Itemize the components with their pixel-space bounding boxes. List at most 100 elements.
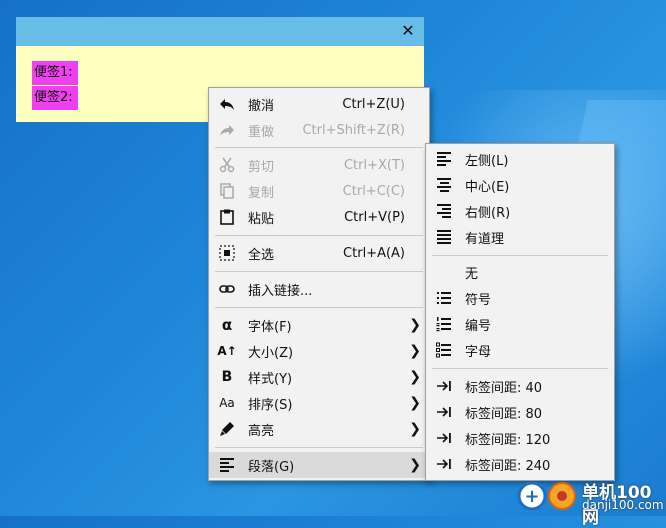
align-right-icon [436, 203, 452, 219]
submenu-label: 右侧(R) [465, 205, 511, 221]
menu-item-copy[interactable]: 复制 Ctrl+C(C) [209, 178, 429, 204]
numbered-list-icon [436, 316, 452, 332]
menu-separator [215, 235, 423, 236]
submenu-label: 中心(E) [465, 179, 510, 195]
menu-item-paste[interactable]: 粘贴 Ctrl+V(P) [209, 204, 429, 230]
submenu-label: 有道理 [465, 231, 505, 247]
tab-stop-icon [436, 430, 452, 446]
menu-item-paragraph[interactable]: 段落(G) ❯ [209, 452, 429, 478]
menu-separator [215, 447, 423, 448]
submenu-label: 无 [465, 266, 479, 282]
menu-label: 字体(F) [248, 319, 292, 335]
context-menu: 撤消 Ctrl+Z(U) 重做 Ctrl+Shift+Z(R) 剪切 Ctrl+… [208, 87, 430, 481]
font-size-icon: A↑ [217, 344, 237, 358]
letter-list-icon [436, 342, 452, 358]
submenu-separator [432, 255, 608, 256]
undo-icon [219, 96, 235, 112]
paragraph-icon [219, 457, 235, 473]
submenu-item-tab-120[interactable]: 标签间距: 120 [426, 425, 614, 451]
tab-stop-icon [436, 456, 452, 472]
menu-label: 复制 [248, 185, 275, 201]
menu-shortcut: Ctrl+Shift+Z(R) [302, 122, 405, 138]
menu-shortcut: Ctrl+V(P) [344, 209, 405, 225]
menu-label: 大小(Z) [248, 345, 294, 361]
menu-separator [215, 271, 423, 272]
menu-item-size[interactable]: A↑ 大小(Z) ❯ [209, 338, 429, 364]
note-line-2: 便签2: [32, 86, 78, 110]
align-center-icon [436, 177, 452, 193]
menu-separator [215, 307, 423, 308]
submenu-label: 标签间距: 80 [465, 406, 543, 422]
submenu-item-align-left[interactable]: 左侧(L) [426, 146, 614, 172]
svg-text:+: + [524, 486, 539, 507]
tab-stop-icon [436, 378, 452, 394]
note-title-bar[interactable]: ✕ [16, 17, 424, 46]
menu-item-style[interactable]: B 样式(Y) ❯ [209, 364, 429, 390]
menu-label: 剪切 [248, 159, 275, 175]
menu-label: 全选 [248, 247, 275, 263]
clipboard-icon [219, 209, 235, 225]
chevron-right-icon: ❯ [409, 343, 421, 359]
submenu-item-tab-240[interactable]: 标签间距: 240 [426, 451, 614, 477]
menu-label: 撤消 [248, 98, 275, 114]
submenu-item-tab-40[interactable]: 标签间距: 40 [426, 373, 614, 399]
alpha-icon: α [221, 316, 233, 334]
menu-separator [215, 147, 423, 148]
highlighter-icon [219, 421, 235, 437]
menu-item-redo[interactable]: 重做 Ctrl+Shift+Z(R) [209, 117, 429, 143]
menu-item-select-all[interactable]: 全选 Ctrl+A(A) [209, 240, 429, 266]
menu-label: 高亮 [248, 423, 275, 439]
copy-icon [219, 183, 235, 199]
chevron-right-icon: ❯ [409, 421, 421, 437]
submenu-label: 编号 [465, 318, 492, 334]
submenu-label: 符号 [465, 292, 492, 308]
menu-label: 段落(G) [248, 459, 295, 475]
submenu-separator [432, 368, 608, 369]
note-line-1: 便签1: [32, 61, 78, 85]
paragraph-submenu: 左侧(L) 中心(E) 右侧(R) 有道理 无 符号 编号 字母 标签间距: 4… [425, 143, 615, 481]
select-all-icon [219, 245, 235, 261]
case-icon: Aa [219, 396, 235, 410]
submenu-item-letters[interactable]: 字母 [426, 337, 614, 363]
chevron-right-icon: ❯ [409, 457, 421, 473]
watermark-url: danji100.com [582, 498, 664, 512]
bullet-list-icon [436, 290, 452, 306]
bold-icon: B [221, 369, 233, 385]
menu-label: 样式(Y) [248, 371, 293, 387]
link-icon [219, 281, 235, 297]
menu-item-font[interactable]: α 字体(F) ❯ [209, 312, 429, 338]
menu-item-insert-link[interactable]: 插入链接... [209, 276, 429, 302]
menu-label: 排序(S) [248, 397, 293, 413]
submenu-item-justify[interactable]: 有道理 [426, 224, 614, 250]
menu-item-highlight[interactable]: 高亮 ❯ [209, 416, 429, 442]
menu-shortcut: Ctrl+C(C) [342, 183, 405, 199]
menu-item-sort[interactable]: Aa 排序(S) ❯ [209, 390, 429, 416]
align-justify-icon [436, 229, 452, 245]
align-left-icon [436, 151, 452, 167]
submenu-item-numbered[interactable]: 编号 [426, 311, 614, 337]
submenu-item-align-right[interactable]: 右侧(R) [426, 198, 614, 224]
submenu-label: 左侧(L) [465, 153, 509, 169]
menu-label: 粘贴 [248, 211, 275, 227]
menu-item-undo[interactable]: 撤消 Ctrl+Z(U) [209, 91, 429, 117]
menu-label: 插入链接... [248, 283, 313, 299]
scissors-icon [219, 157, 235, 173]
watermark-logo-icon: + [517, 481, 576, 511]
chevron-right-icon: ❯ [409, 369, 421, 385]
menu-item-cut[interactable]: 剪切 Ctrl+X(T) [209, 152, 429, 178]
menu-shortcut: Ctrl+Z(U) [342, 96, 405, 112]
menu-shortcut: Ctrl+X(T) [343, 157, 405, 173]
submenu-label: 字母 [465, 344, 492, 360]
redo-icon [219, 122, 235, 138]
submenu-item-align-center[interactable]: 中心(E) [426, 172, 614, 198]
submenu-label: 标签间距: 240 [465, 458, 551, 474]
menu-shortcut: Ctrl+A(A) [343, 245, 405, 261]
chevron-right-icon: ❯ [409, 317, 421, 333]
submenu-label: 标签间距: 40 [465, 380, 543, 396]
submenu-item-none[interactable]: 无 [426, 259, 614, 285]
close-icon[interactable]: ✕ [400, 22, 416, 40]
submenu-item-bullets[interactable]: 符号 [426, 285, 614, 311]
chevron-right-icon: ❯ [409, 395, 421, 411]
submenu-label: 标签间距: 120 [465, 432, 551, 448]
submenu-item-tab-80[interactable]: 标签间距: 80 [426, 399, 614, 425]
